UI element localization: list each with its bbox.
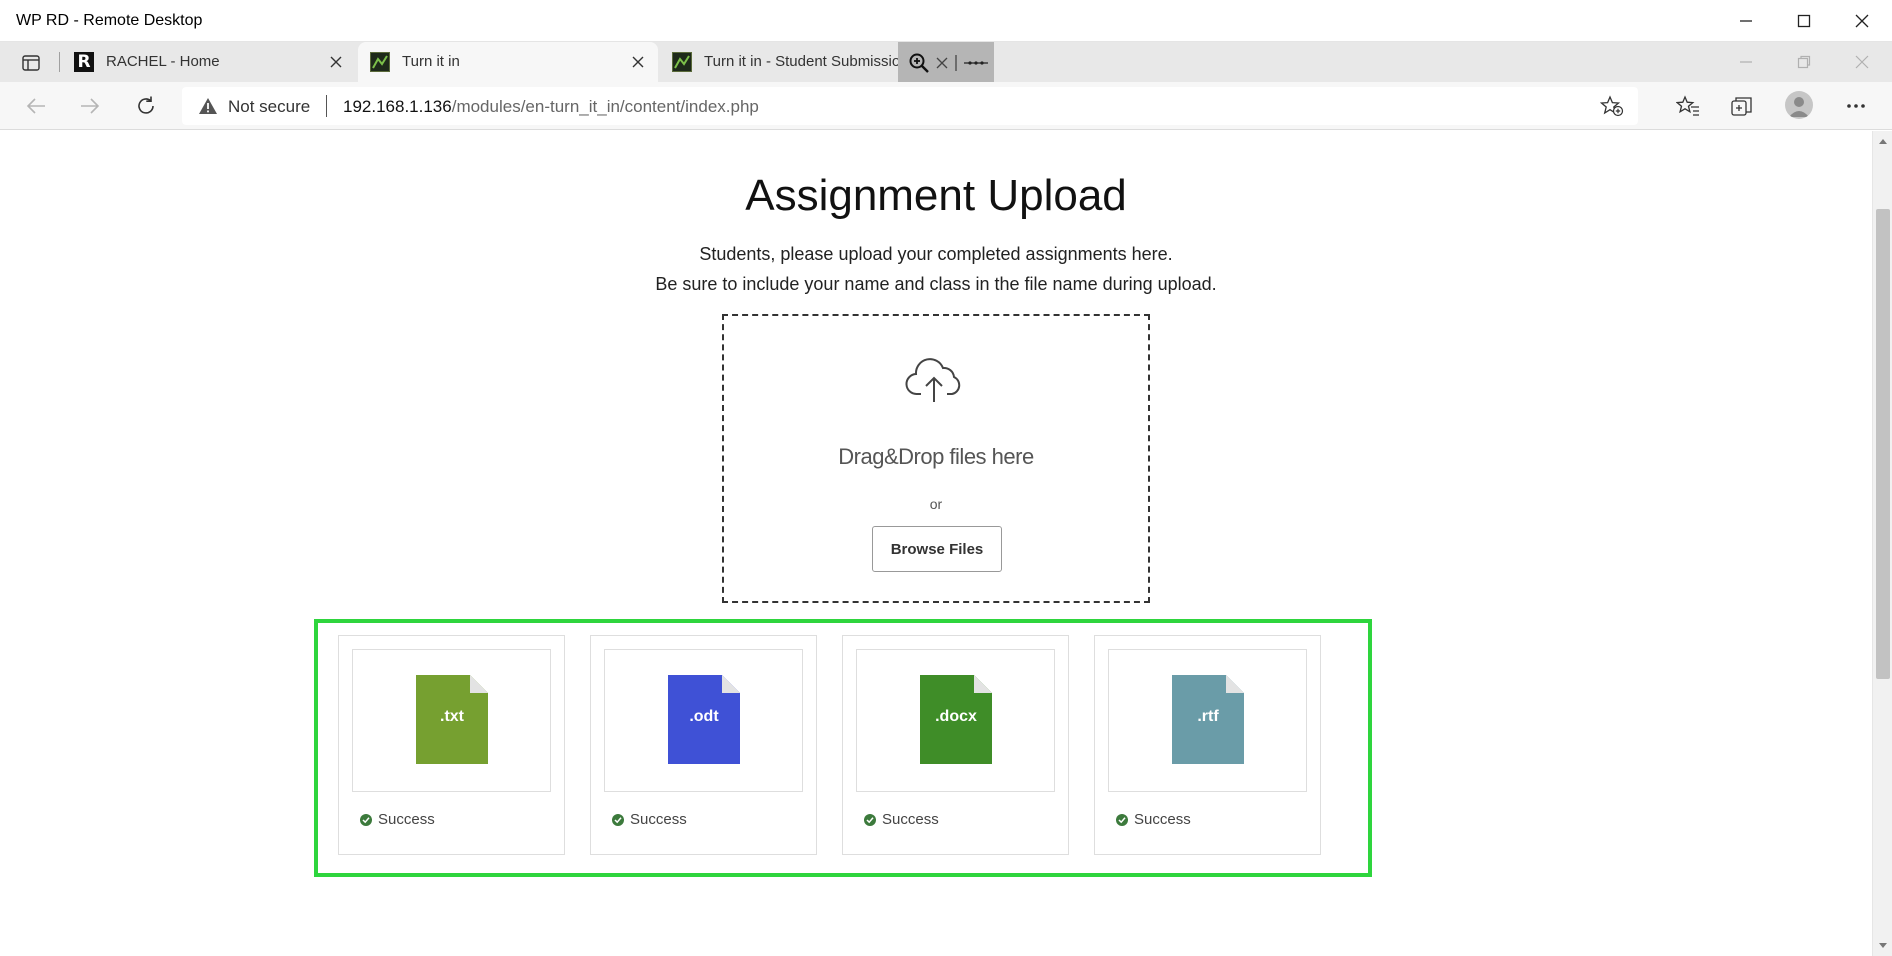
close-icon: [632, 56, 644, 68]
more-icon: [1847, 104, 1865, 108]
refresh-icon: [138, 96, 154, 114]
close-icon: [936, 57, 948, 69]
file-extension: .txt: [440, 708, 464, 725]
profile-avatar[interactable]: [1785, 91, 1813, 119]
favorites-icon: [1676, 95, 1699, 116]
cloud-upload-icon: [905, 358, 961, 402]
arrow-left-icon: [26, 98, 45, 114]
dropzone-or: or: [929, 496, 943, 512]
close-icon: [1855, 14, 1869, 28]
upload-status-text: Success: [378, 811, 435, 828]
file-card: .rtf Success: [1094, 635, 1321, 855]
minimize-icon: [1740, 20, 1752, 22]
chevron-up-icon[interactable]: [1878, 137, 1888, 145]
settings-menu-button[interactable]: [1840, 92, 1872, 120]
file-extension: .docx: [935, 708, 977, 725]
file-document-icon: .docx: [920, 675, 992, 764]
browser-toolbar: Not secure 192.168.1.136/modules/en-turn…: [0, 82, 1892, 130]
upload-status: Success: [864, 811, 939, 828]
browser-restore-button[interactable]: [1776, 42, 1832, 82]
page-title: Assignment Upload: [745, 171, 1127, 220]
file-document-icon: .rtf: [1172, 675, 1244, 764]
window-title: WP RD - Remote Desktop: [16, 12, 203, 29]
tab-turn-it-in[interactable]: Turn it in: [358, 42, 658, 82]
maximize-icon: [1797, 14, 1811, 28]
file-preview: .docx: [856, 649, 1055, 792]
intro-text-line2: Be sure to include your name and class i…: [655, 274, 1217, 294]
browse-files-button[interactable]: Browse Files: [872, 526, 1002, 572]
file-preview: .odt: [604, 649, 803, 792]
file-card: .docx Success: [842, 635, 1069, 855]
remote-desktop-titlebar: WP RD - Remote Desktop: [0, 0, 1892, 42]
file-card: .txt Success: [338, 635, 565, 855]
file-card: .odt Success: [590, 635, 817, 855]
divider-icon: [955, 55, 957, 71]
file-dropzone[interactable]: Drag&Drop files here or Browse Files: [722, 314, 1150, 603]
chevron-down-icon[interactable]: [1878, 942, 1888, 950]
security-label[interactable]: Not secure: [228, 97, 310, 117]
scrollbar-thumb[interactable]: [1876, 209, 1890, 679]
url-path: /modules/en-turn_it_in/content/index.php: [451, 97, 759, 116]
address-separator: [326, 95, 327, 117]
upload-status-text: Success: [882, 811, 939, 828]
file-preview: .rtf: [1108, 649, 1307, 792]
close-icon: [1855, 55, 1869, 69]
address-bar[interactable]: Not secure 192.168.1.136/modules/en-turn…: [182, 87, 1638, 125]
file-document-icon: .txt: [416, 675, 488, 764]
tab-actions-button[interactable]: [18, 50, 44, 76]
collections-icon: [1731, 97, 1752, 116]
close-window-button[interactable]: [1834, 0, 1890, 42]
close-icon: [330, 56, 342, 68]
tab-separator: [59, 52, 60, 72]
url-text[interactable]: 192.168.1.136/modules/en-turn_it_in/cont…: [343, 97, 759, 117]
page-scrollbar[interactable]: [1872, 131, 1892, 956]
tab-label: Turn it in: [402, 53, 460, 70]
tab-close-button[interactable]: [628, 52, 648, 72]
user-icon: [1789, 97, 1809, 117]
check-circle-icon: [612, 813, 624, 826]
tab-label: RACHEL - Home: [106, 53, 220, 70]
add-favorite-icon[interactable]: [1600, 95, 1624, 117]
turnitin-icon: [370, 52, 390, 72]
zoom-in-icon: [909, 53, 929, 73]
tab-actions-icon: [22, 55, 40, 71]
check-circle-icon: [1116, 813, 1128, 826]
file-extension: .odt: [689, 708, 719, 725]
browser-minimize-button[interactable]: [1718, 42, 1774, 82]
warning-icon: [199, 98, 217, 114]
uploaded-files-panel: .txt Success .odt Success .docx Success …: [314, 619, 1372, 877]
turnitin-icon: [672, 52, 692, 72]
upload-status: Success: [1116, 811, 1191, 828]
tab-close-button[interactable]: [326, 52, 346, 72]
browser-close-button[interactable]: [1834, 42, 1890, 82]
page-content: Assignment Upload Students, please uploa…: [0, 131, 1872, 956]
minimize-icon: [1740, 61, 1752, 63]
tab-rachel-home[interactable]: R RACHEL - Home: [62, 42, 354, 82]
url-host: 192.168.1.136: [343, 97, 452, 116]
collections-button[interactable]: [1726, 92, 1758, 120]
tab-student-submission[interactable]: Turn it in - Student Submission: [660, 42, 909, 82]
back-button[interactable]: [20, 92, 52, 120]
arrow-right-icon: [81, 98, 100, 114]
forward-button[interactable]: [74, 92, 106, 120]
file-extension: .rtf: [1197, 708, 1219, 725]
upload-status: Success: [612, 811, 687, 828]
upload-status-text: Success: [1134, 811, 1191, 828]
dropzone-prompt: Drag&Drop files here: [838, 444, 1034, 469]
maximize-button[interactable]: [1776, 0, 1832, 42]
minimize-button[interactable]: [1718, 0, 1774, 42]
more-icon: [964, 61, 988, 65]
favorites-button[interactable]: [1672, 92, 1704, 120]
upload-status: Success: [360, 811, 435, 828]
intro-text-line1: Students, please upload your completed a…: [699, 244, 1173, 264]
file-document-icon: .odt: [668, 675, 740, 764]
restore-icon: [1797, 55, 1811, 69]
file-preview: .txt: [352, 649, 551, 792]
rachel-r-icon: R: [74, 52, 94, 72]
refresh-button[interactable]: [130, 92, 162, 120]
check-circle-icon: [864, 813, 876, 826]
upload-status-text: Success: [630, 811, 687, 828]
check-circle-icon: [360, 813, 372, 826]
zoom-popup[interactable]: [898, 42, 994, 84]
